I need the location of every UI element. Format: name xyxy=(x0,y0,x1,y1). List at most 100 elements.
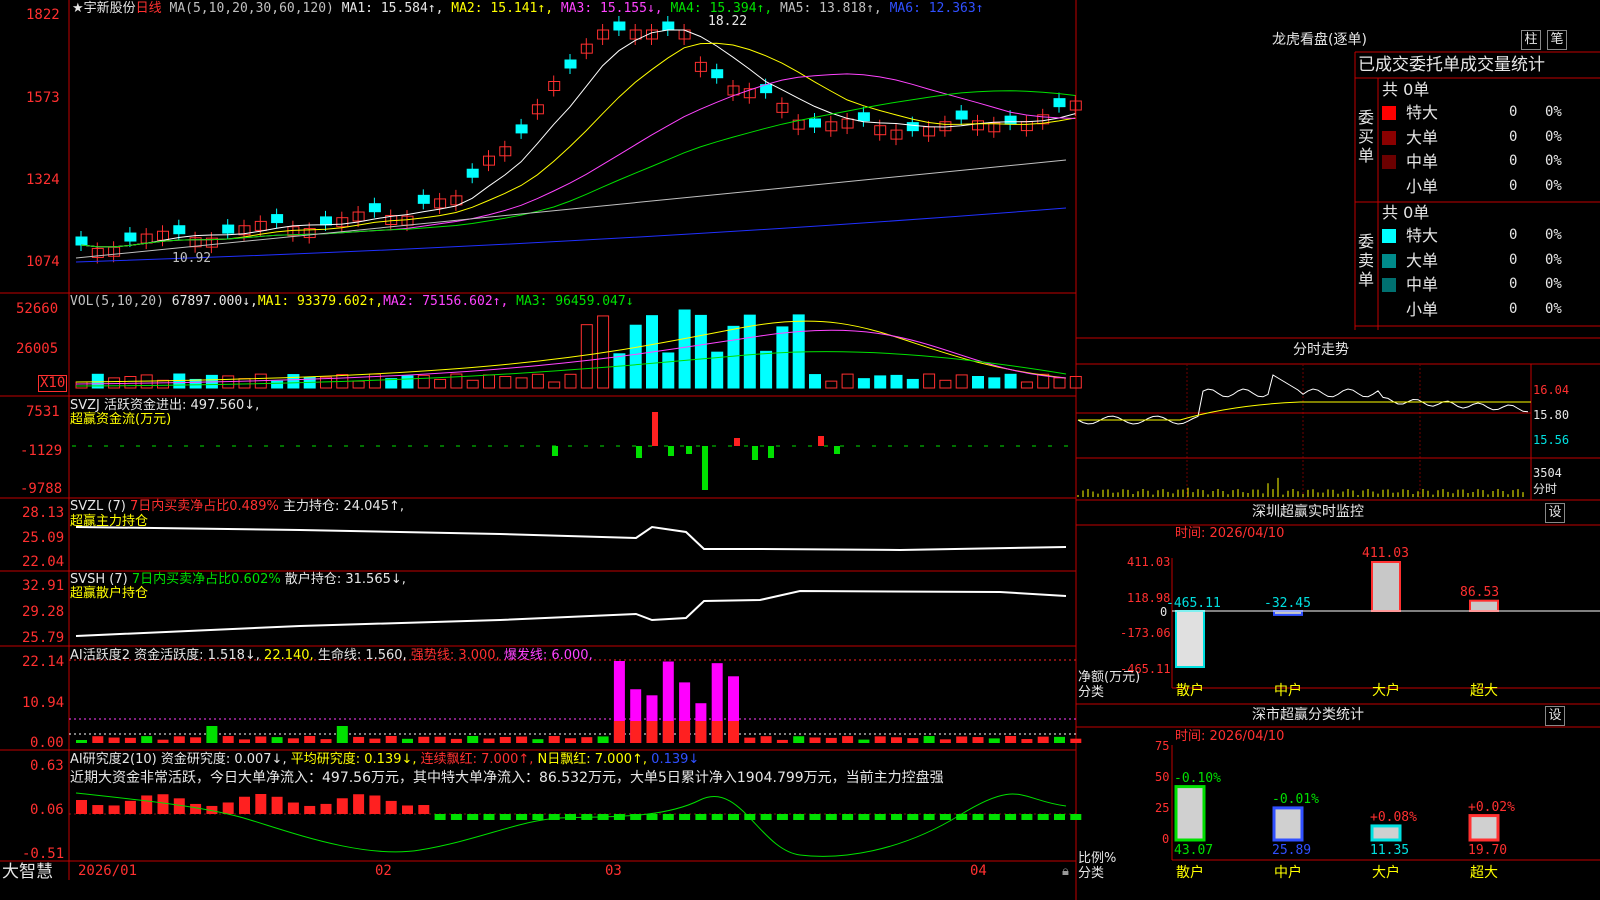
ai-active-bar xyxy=(353,736,365,743)
svsh-tick-1: 32.91 xyxy=(22,578,65,594)
classify-bar xyxy=(1370,824,1402,842)
buy-row-pct: 0% xyxy=(1545,153,1562,169)
buy-swatch-2 xyxy=(1382,155,1396,169)
ai-research-bar xyxy=(695,814,707,820)
x-label-mar: 03 xyxy=(605,863,622,879)
ai-research-bar xyxy=(320,803,332,814)
monitor-bar xyxy=(1175,610,1205,668)
monitor-time: 时间: 2026/04/10 xyxy=(1175,526,1285,541)
ai-active-bar xyxy=(532,739,544,743)
sell-row-label: 特大 xyxy=(1406,226,1439,245)
ai-active-bar xyxy=(190,737,202,743)
candle-body xyxy=(515,124,528,134)
svzj-tick-3: -9788 xyxy=(20,481,63,497)
ai-research-v5: 0.139↓ xyxy=(651,752,700,767)
sell-row-count: 0 xyxy=(1509,227,1518,243)
ai-active-bar xyxy=(858,739,870,743)
ai-active-bar xyxy=(809,737,821,743)
volume-bar xyxy=(1069,375,1082,389)
bar-mode-button[interactable]: 柱 xyxy=(1521,30,1541,50)
svsh-sub: 超赢散户持仓 xyxy=(70,586,149,601)
ai-research-bar xyxy=(874,814,886,820)
classify-ylabel: 比例% xyxy=(1078,851,1117,866)
ai-active-v2: 22.140, xyxy=(264,648,314,663)
buy-row-pct: 0% xyxy=(1545,104,1562,120)
ai-research-bar xyxy=(744,814,756,820)
intraday-title: 分时走势 xyxy=(1293,342,1349,358)
classify-change-label: -0.01% xyxy=(1272,791,1319,807)
candle-body xyxy=(1004,115,1017,125)
period-label[interactable]: 日线 xyxy=(136,1,162,16)
ai-active-v4: 强势线: 3.000, xyxy=(410,648,500,663)
category-label: 超大 xyxy=(1470,683,1498,699)
buy-section-label: 委买单 xyxy=(1358,108,1375,165)
ai-active-bar xyxy=(141,736,153,743)
ai-active-bar xyxy=(206,726,218,743)
ma3-value: MA3: 15.155↓, xyxy=(560,1,663,16)
ma5-value: MA5: 13.818↑, xyxy=(780,1,882,16)
ai-active-bar-base xyxy=(662,721,674,743)
stock-name[interactable]: ★宇新股份 xyxy=(72,1,136,16)
ai-research-bar xyxy=(190,803,202,814)
candle-body xyxy=(809,118,821,128)
ai-research-bar xyxy=(988,814,1000,820)
ai-active-bar xyxy=(1054,736,1065,743)
sell-row-label: 中单 xyxy=(1406,275,1439,294)
monitor-ylabel: 净额(万元) xyxy=(1078,670,1141,685)
ai-active-bar xyxy=(1070,738,1082,743)
classify-settings-button[interactable]: 设 xyxy=(1545,706,1565,726)
buy-row-count: 0 xyxy=(1509,153,1518,169)
sell-row-count: 0 xyxy=(1509,300,1518,317)
classify-value-label: 19.70 xyxy=(1468,843,1508,858)
svzl-ratio: 7日内买卖净占比0.489% xyxy=(129,499,279,514)
svsh-tick-2: 29.28 xyxy=(22,604,65,620)
ai-active-bar xyxy=(402,738,413,743)
ai-research-bar xyxy=(956,814,968,820)
ai-active-bar xyxy=(776,739,788,743)
ai-research-legend: AI研究度2(10) 资金研究度: 0.007↓, 平均研究度: 0.139↓,… xyxy=(70,752,699,767)
ai-research-bar xyxy=(255,794,267,814)
ai-research-bar xyxy=(467,814,479,820)
ma1-value: MA1: 15.584↑, xyxy=(341,1,444,16)
buy-row-label: 小单 xyxy=(1406,176,1439,196)
volume-bar xyxy=(287,374,300,389)
ai-research-bar xyxy=(1054,814,1065,820)
ai-active-bar xyxy=(385,736,397,743)
ai-active-bar xyxy=(565,738,576,743)
ai-research-bar xyxy=(304,805,316,814)
sell-row-label: 小单 xyxy=(1406,299,1439,319)
ai-active-bar xyxy=(499,736,511,743)
candle-body xyxy=(124,232,137,242)
volume-bar xyxy=(499,376,512,389)
candle-body xyxy=(662,21,675,31)
classify-value-label: 11.35 xyxy=(1370,843,1410,858)
vol-value: 67897.000↓, xyxy=(171,294,258,309)
candle-body xyxy=(955,110,968,120)
ai-research-bar xyxy=(369,795,381,814)
high-price-marker: 18.22 xyxy=(708,14,748,29)
intraday-price-line xyxy=(1077,374,1529,425)
monitor-settings-button[interactable]: 设 xyxy=(1545,503,1565,523)
volume-bar xyxy=(613,353,626,389)
ai-research-bar xyxy=(728,814,739,820)
svzj-tick-2: -1129 xyxy=(20,443,63,459)
ai-research-bar xyxy=(842,814,854,820)
ai-research-bar xyxy=(287,802,299,814)
ai-active-bar-base xyxy=(728,721,739,743)
tick-mode-button[interactable]: 笔 xyxy=(1547,30,1567,50)
volume-bar xyxy=(352,380,365,389)
classify-change-label: -0.10% xyxy=(1174,770,1221,786)
svzj-bar xyxy=(702,446,708,490)
ai-active-bar xyxy=(825,737,837,743)
volume-bar xyxy=(629,324,642,389)
candle-body xyxy=(75,236,88,246)
volume-bar xyxy=(923,373,936,389)
svzl-tick-2: 25.09 xyxy=(22,530,65,546)
category-label: 散户 xyxy=(1176,865,1204,881)
ai-research-bar xyxy=(825,814,837,820)
monitor-value-label: 86.53 xyxy=(1460,584,1500,600)
ai-research-bar xyxy=(516,814,528,820)
brand-logo[interactable]: 大智慧 xyxy=(2,862,53,882)
lock-icon[interactable]: 🔒︎ xyxy=(1062,864,1069,879)
svzj-bar xyxy=(818,436,824,446)
